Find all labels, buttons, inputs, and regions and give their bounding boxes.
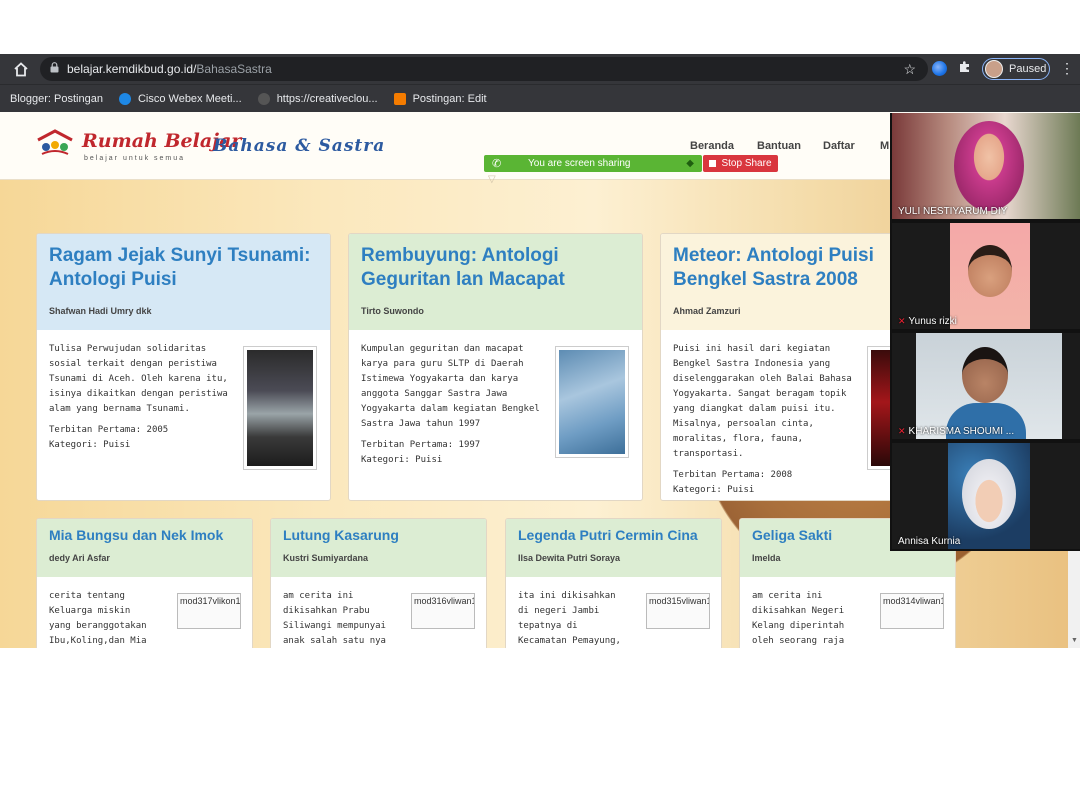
video-participants-panel: YULI NESTIYARUM DIY ✕ Yunus rizki ✕ KHARIS… [890,113,1080,551]
book-cover-image[interactable] [555,346,629,458]
participant-name-text: YULI NESTIYARUM DIY [898,206,1008,217]
stop-share-label: Stop Share [721,158,772,169]
bookmark-item[interactable]: Postingan: Edit [393,92,487,105]
story-author: dedy Ari Asfar [49,553,110,563]
bookmark-item[interactable]: Cisco Webex Meeti... [118,92,242,105]
book-title[interactable]: Ragam Jejak Sunyi Tsunami: Antologi Puis… [49,244,318,292]
participant-video [954,121,1024,211]
participant-tile[interactable]: Annisa Kurnia [892,443,1080,549]
participant-name: YULI NESTIYARUM DIY [898,206,1007,217]
extensions-puzzle-icon[interactable] [958,60,972,77]
story-excerpt: ita ini dikisahkan di negeri Jambi tepat… [518,591,621,646]
stop-share-button[interactable]: Stop Share [703,155,778,172]
nav-beranda[interactable]: Beranda [690,140,734,152]
stop-icon [709,160,717,167]
participant-name: ✕ Yunus rizki [898,316,957,327]
bookmark-label: Blogger: Postingan [10,92,103,105]
story-author: Ilsa Dewita Putri Soraya [518,553,621,563]
book-description: Kumpulan geguritan dan macapat karya par… [361,344,540,429]
scroll-down-arrow-icon[interactable]: ▼ [1071,637,1078,644]
story-card-header: Lutung Kasarung Kustri Sumiyardana [271,519,486,577]
story-excerpt: cerita tentang Keluarga miskin yang bera… [49,591,147,646]
logo-tagline: belajar untuk semua [84,155,186,162]
muted-mic-icon: ✕ [898,316,906,326]
lock-icon [50,62,59,76]
participant-video [950,223,1030,329]
profile-avatar [985,60,1003,78]
participant-tile[interactable]: YULI NESTIYARUM DIY [892,113,1080,219]
book-card-header: Rembuyung: Antologi Geguritan lan Macapa… [349,234,642,330]
participant-name: ✕ KHARISMA SHOUMI ... [898,426,1014,437]
book-author: Tirto Suwondo [361,306,424,316]
book-description: Tulisa Perwujudan solidaritas sosial ter… [49,344,228,414]
story-card[interactable]: Lutung Kasarung Kustri Sumiyardana am ce… [270,518,487,648]
participant-name-text: Yunus rizki [908,316,957,327]
participant-tile[interactable]: ✕ KHARISMA SHOUMI ... [892,333,1080,439]
profile-status: Paused [1009,63,1047,75]
site-subtitle: Bahasa & Sastra [213,136,386,156]
browser-toolbar: belajar.kemdikbud.go.id/BahasaSastra ☆ P… [0,54,1080,84]
book-card[interactable]: Ragam Jejak Sunyi Tsunami: Antologi Puis… [36,233,331,501]
story-card-header: Legenda Putri Cermin Cina Ilsa Dewita Pu… [506,519,721,577]
story-title[interactable]: Mia Bungsu dan Nek Imok [49,527,240,543]
chevron-down-icon[interactable]: ▽ [488,174,502,185]
screen-sharing-label: You are screen sharing [528,158,631,169]
phone-icon: ✆ [492,158,502,170]
bookmark-item[interactable]: https://creativeclou... [257,92,378,105]
more-menu-icon[interactable]: ⋮ [1060,60,1074,77]
creative-cloud-icon [257,92,270,105]
muted-mic-icon: ✕ [898,426,906,436]
participant-video [948,443,1030,549]
story-author: Imelda [752,553,781,563]
story-excerpt: am cerita ini dikisahkan Prabu Siliwangi… [283,591,386,646]
profile-paused-button[interactable]: Paused [982,58,1050,80]
broken-image-placeholder: mod316vliwan109.jpg [411,593,475,629]
participant-tile[interactable]: ✕ Yunus rizki [892,223,1080,329]
nav-daftar[interactable]: Daftar [823,140,855,152]
shield-icon: ◆ [686,158,694,169]
broken-image-placeholder: mod317vlikon110.png [177,593,241,629]
participant-name-text: Annisa Kurnia [898,536,961,547]
nav-masuk[interactable]: M [880,140,889,152]
url-host: belajar.kemdikbud.go.id/ [67,62,197,76]
story-title[interactable]: Legenda Putri Cermin Cina [518,527,709,543]
participant-video [916,333,1062,439]
broken-image-placeholder: mod314vliwan107.jpg [880,593,944,629]
extension-globe-icon[interactable] [932,61,947,76]
book-description: Puisi ini hasil dari kegiatan Bengkel Sa… [673,344,852,459]
bookmarks-bar: Blogger: Postingan Cisco Webex Meeti... … [0,84,1080,112]
screen-sharing-banner: ✆ You are screen sharing ◆ [484,155,702,172]
story-excerpt: am cerita ini dikisahkan Negeri Kelang d… [752,591,845,646]
story-card-header: Mia Bungsu dan Nek Imok dedy Ari Asfar [37,519,252,577]
story-author: Kustri Sumiyardana [283,553,369,563]
bookmark-star-icon[interactable]: ☆ [903,61,916,78]
url-path: BahasaSastra [196,62,272,76]
book-title[interactable]: Rembuyung: Antologi Geguritan lan Macapa… [361,244,630,292]
book-author: Shafwan Hadi Umry dkk [49,306,152,316]
bookmark-label: Cisco Webex Meeti... [137,92,242,105]
book-card[interactable]: Rembuyung: Antologi Geguritan lan Macapa… [348,233,643,501]
story-card[interactable]: Legenda Putri Cermin Cina Ilsa Dewita Pu… [505,518,722,648]
address-bar[interactable]: belajar.kemdikbud.go.id/BahasaSastra ☆ [40,57,928,81]
nav-bantuan[interactable]: Bantuan [757,140,801,152]
bookmark-label: https://creativeclou... [276,92,378,105]
book-card-header: Ragam Jejak Sunyi Tsunami: Antologi Puis… [37,234,330,330]
story-card[interactable]: Mia Bungsu dan Nek Imok dedy Ari Asfar c… [36,518,253,648]
participant-name-text: KHARISMA SHOUMI ... [908,426,1015,437]
home-icon[interactable] [12,61,30,77]
book-cover-image[interactable] [243,346,317,470]
bookmark-label: Postingan: Edit [412,92,487,105]
rumah-belajar-logo-icon[interactable] [36,128,74,158]
blogger-icon [393,92,406,105]
story-title[interactable]: Lutung Kasarung [283,527,474,543]
bookmark-item[interactable]: Blogger: Postingan [0,93,103,105]
broken-image-placeholder: mod315vliwan108.jpg [646,593,710,629]
screenshot-root: belajar.kemdikbud.go.id/BahasaSastra ☆ P… [0,0,1080,812]
participant-name: Annisa Kurnia [898,536,960,547]
webex-icon [118,92,131,105]
